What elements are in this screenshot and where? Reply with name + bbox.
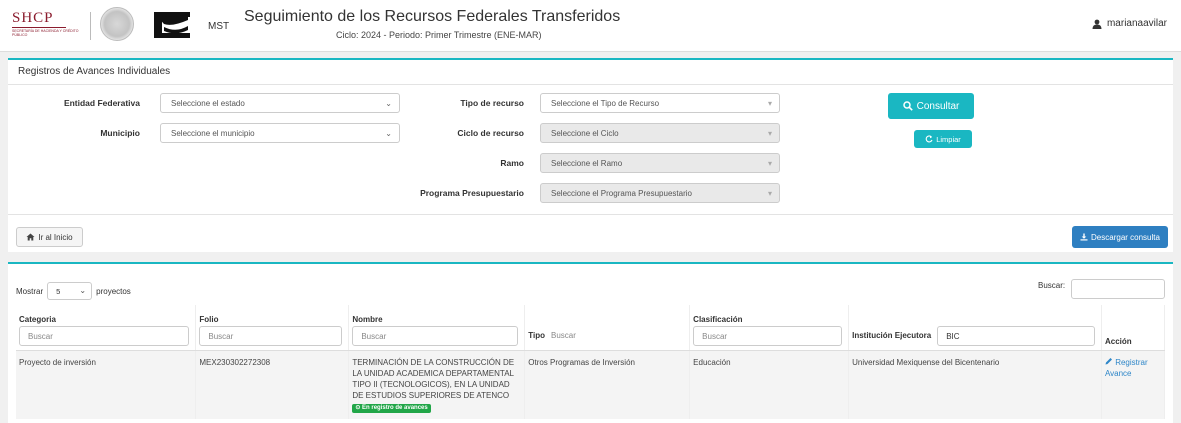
search-icon (902, 101, 913, 111)
categoria-filter-input[interactable]: Buscar (19, 325, 190, 346)
tipo-recurso-label: Tipo de recurso (460, 98, 524, 108)
status-badge-label: En registro de avances (362, 404, 428, 411)
programa-select[interactable]: Seleccione el Programa Presupuestario ▾ (540, 183, 780, 203)
home-icon (26, 233, 35, 241)
col-tipo: Tipo Buscar (524, 305, 691, 351)
cell-folio: MEX230302272308 (195, 350, 350, 419)
cell-institucion: Universidad Mexiquense del Bicentenario (848, 350, 1102, 419)
tipo-recurso-select-value: Seleccione el Tipo de Recurso (551, 99, 660, 108)
chevron-down-icon: ⌄ (79, 286, 87, 295)
app-title: Seguimiento de los Recursos Federales Tr… (244, 8, 621, 25)
col-accion-label: Acción (1104, 336, 1132, 346)
tipo-filter-input[interactable]: Buscar (551, 325, 684, 346)
col-tipo-label: Tipo (528, 331, 545, 340)
programa-label: Programa Presupuestario (420, 188, 524, 198)
chevron-down-icon: ⌄ (385, 129, 392, 138)
panel-title: Registros de Avances Individuales (18, 66, 171, 77)
ramo-select-value: Seleccione el Ramo (551, 159, 623, 168)
consultar-button[interactable]: Consultar (888, 93, 974, 119)
entidad-select-value: Seleccione el estado (171, 99, 245, 108)
cell-accion: Registrar Avance (1101, 350, 1166, 419)
col-accion: Acción (1101, 305, 1166, 351)
chevron-down-icon: ▾ (767, 99, 772, 108)
app-subtitle: Ciclo: 2024 - Periodo: Primer Trimestre … (336, 30, 542, 40)
ciclo-recurso-select[interactable]: Seleccione el Ciclo ▾ (540, 123, 780, 143)
limpiar-label: Limpiar (936, 134, 961, 144)
mst-label: MST (208, 21, 230, 32)
refresh-icon (925, 135, 933, 143)
proyectos-label: proyectos (96, 286, 131, 296)
cell-tipo: Otros Programas de Inversión (524, 350, 691, 419)
header-divider (90, 12, 91, 40)
consultar-label: Consultar (916, 100, 960, 112)
download-icon (1080, 233, 1088, 241)
registrar-avance-link[interactable]: Registrar Avance (1105, 357, 1148, 378)
status-badge: ⊙ En registro de avances (352, 403, 431, 413)
ciclo-recurso-label: Ciclo de recurso (457, 128, 524, 138)
col-clasificacion: Clasificación Buscar (689, 305, 850, 351)
institucion-filter-input[interactable]: BIC (937, 325, 1095, 346)
top-header: SHCP SECRETARÍA DE HACIENDA Y CRÉDITO PÚ… (0, 0, 1181, 52)
mst-logo-icon (154, 12, 190, 38)
nombre-filter-input[interactable]: Buscar (352, 325, 519, 346)
pencil-icon (1105, 357, 1112, 364)
ramo-label: Ramo (500, 158, 524, 168)
page-length-value: 5 (56, 287, 61, 296)
col-nombre: Nombre Buscar (348, 305, 526, 351)
ir-inicio-label: Ir al Inicio (38, 232, 73, 242)
col-clasificacion-label: Clasificación (693, 314, 743, 324)
cell-categoria: Proyecto de inversión (16, 350, 197, 419)
cell-clasificacion: Educación (689, 350, 850, 419)
programa-select-value: Seleccione el Programa Presupuestario (551, 189, 692, 198)
chevron-down-icon: ▾ (767, 159, 772, 168)
entidad-select[interactable]: Seleccione el estado ⌄ (160, 93, 400, 113)
shcp-logo: SHCP SECRETARÍA DE HACIENDA Y CRÉDITO PÚ… (12, 10, 82, 42)
chevron-down-icon: ▾ (767, 129, 772, 138)
limpiar-button[interactable]: Limpiar (914, 130, 972, 148)
table-row: Proyecto de inversión MEX230302272308 TE… (16, 350, 1166, 419)
global-search-input[interactable] (1071, 279, 1165, 299)
national-seal-icon (100, 7, 134, 41)
mostrar-label: Mostrar (16, 286, 44, 296)
results-panel: Mostrar 5 ⌄ proyectos Buscar: Categoria … (8, 262, 1173, 423)
table-header-row: Categoria Buscar Folio Buscar Nombre Bus… (16, 305, 1166, 351)
col-folio-label: Folio (199, 314, 219, 324)
descargar-consulta-label: Descargar consulta (1091, 232, 1160, 242)
username: marianaavilar (1106, 18, 1167, 29)
projects-table: Categoria Buscar Folio Buscar Nombre Bus… (16, 305, 1166, 419)
municipio-select-value: Seleccione el municipio (171, 129, 255, 138)
municipio-select[interactable]: Seleccione el municipio ⌄ (160, 123, 400, 143)
descargar-consulta-button[interactable]: Descargar consulta (1072, 226, 1168, 248)
col-institucion: Institución Ejecutora BIC (848, 305, 1102, 351)
municipio-label: Municipio (100, 128, 140, 138)
entidad-label: Entidad Federativa (63, 98, 140, 108)
col-categoria: Categoria Buscar (16, 305, 197, 351)
shcp-logo-subtext: SECRETARÍA DE HACIENDA Y CRÉDITO PÚBLICO (12, 29, 79, 37)
col-folio: Folio Buscar (195, 305, 350, 351)
col-institucion-label: Institución Ejecutora (852, 331, 932, 340)
col-nombre-label: Nombre (352, 314, 383, 324)
tipo-recurso-select[interactable]: Seleccione el Tipo de Recurso ▾ (540, 93, 780, 113)
filters-panel: Registros de Avances Individuales Entida… (8, 58, 1173, 252)
folio-filter-input[interactable]: Buscar (199, 325, 343, 346)
cell-nombre: TERMINACIÓN DE LA CONSTRUCCIÓN DE LA UNI… (348, 350, 526, 419)
ramo-select[interactable]: Seleccione el Ramo ▾ (540, 153, 780, 173)
clasificacion-filter-input[interactable]: Buscar (693, 325, 843, 346)
ir-inicio-button[interactable]: Ir al Inicio (16, 227, 83, 247)
page-length-select[interactable]: 5 ⌄ (47, 282, 93, 300)
page-length-control: Mostrar 5 ⌄ proyectos (16, 282, 131, 300)
user-icon (1092, 19, 1102, 29)
user-menu[interactable]: marianaavilar (1092, 18, 1167, 29)
col-categoria-label: Categoria (19, 314, 56, 324)
chevron-down-icon: ⌄ (385, 99, 392, 108)
chevron-down-icon: ▾ (767, 189, 772, 198)
ciclo-recurso-select-value: Seleccione el Ciclo (551, 129, 619, 138)
shcp-logo-text: SHCP (12, 10, 54, 26)
cell-nombre-text: TERMINACIÓN DE LA CONSTRUCCIÓN DE LA UNI… (352, 357, 515, 400)
global-search-label: Buscar: (1038, 281, 1066, 290)
